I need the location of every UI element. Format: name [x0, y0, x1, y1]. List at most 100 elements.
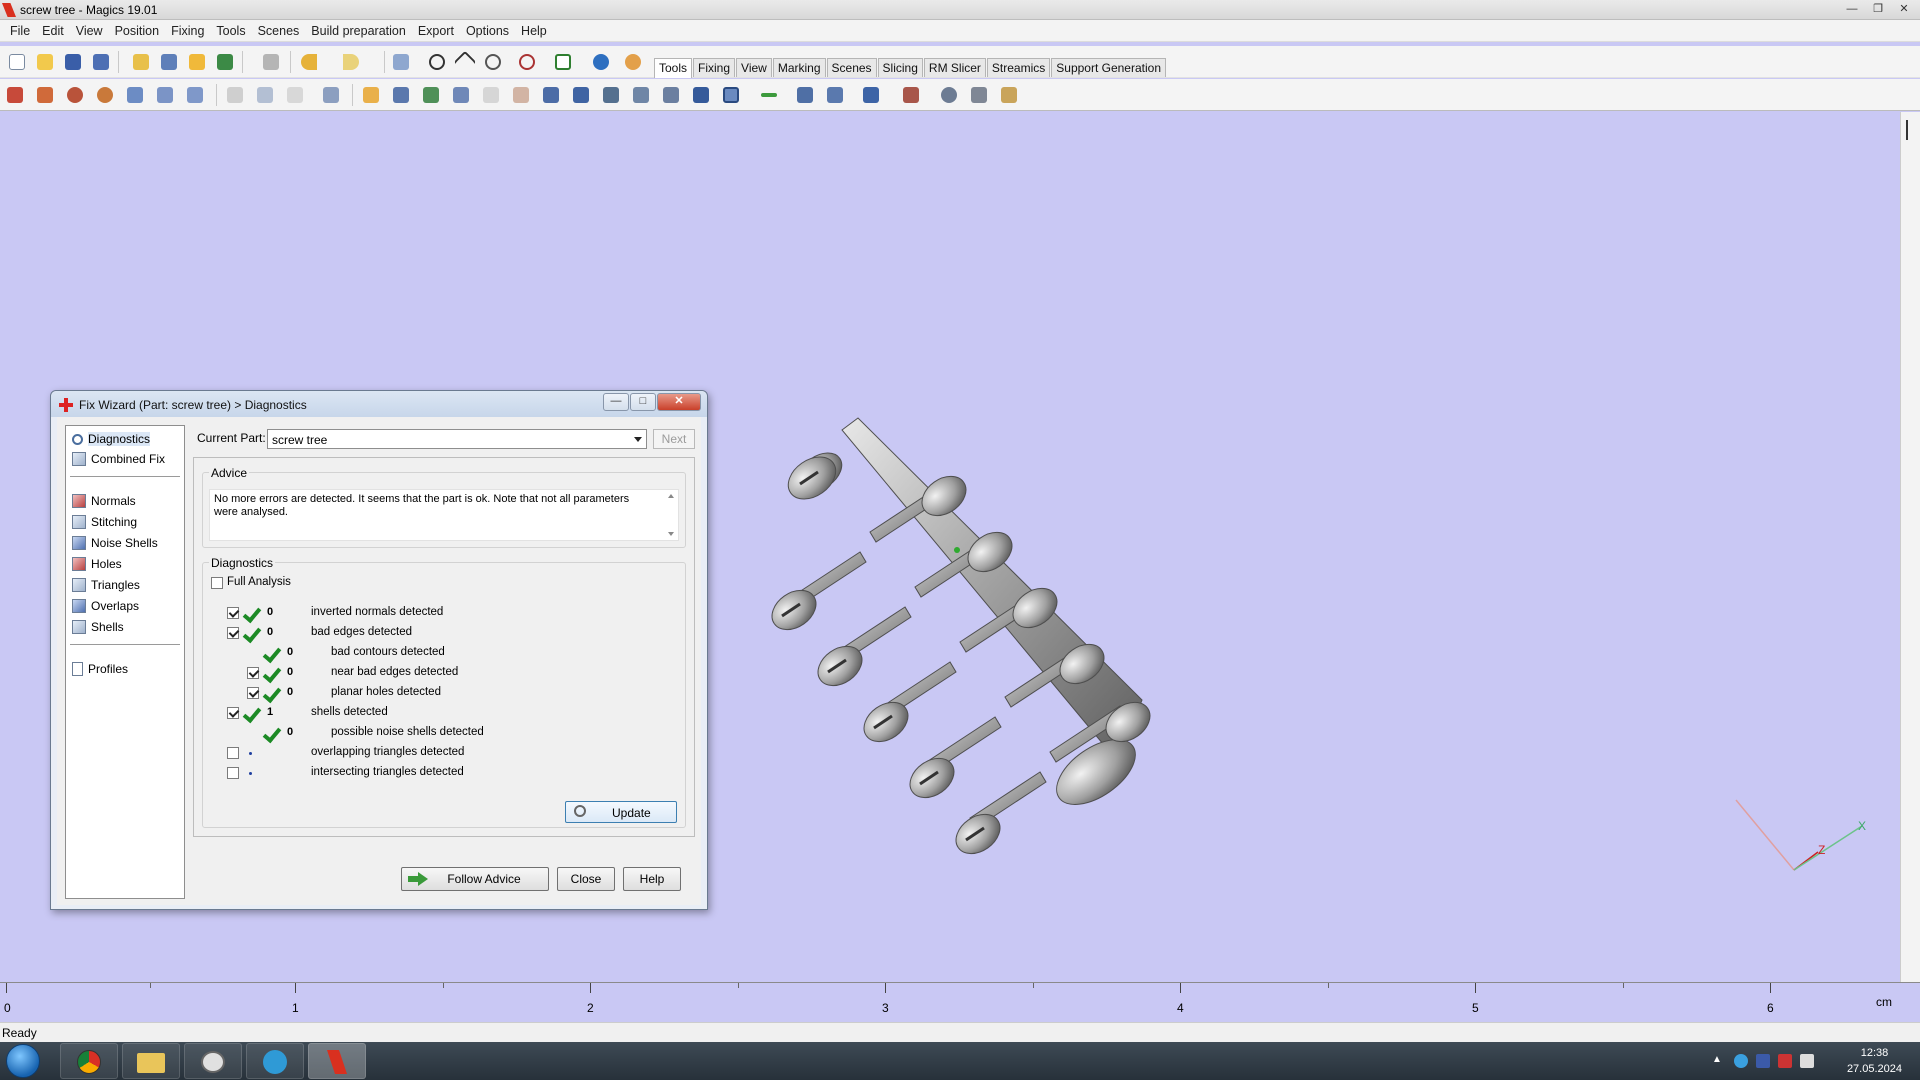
save-icon[interactable]: [62, 51, 84, 73]
unload-part-icon[interactable]: [214, 51, 236, 73]
merge-icon[interactable]: [794, 84, 816, 106]
box-icon[interactable]: [540, 84, 562, 106]
volume-icon[interactable]: [1800, 1054, 1814, 1068]
dialog-minimize-button[interactable]: —: [603, 393, 629, 411]
load-part-icon[interactable]: [186, 51, 208, 73]
nav-item-stitching[interactable]: Stitching: [72, 513, 137, 531]
taskbar-app[interactable]: [246, 1043, 304, 1079]
nav-item-combined-fix[interactable]: Combined Fix: [72, 450, 165, 468]
scale-icon[interactable]: [124, 84, 146, 106]
menu-scenes[interactable]: Scenes: [252, 20, 306, 41]
menu-options[interactable]: Options: [460, 20, 515, 41]
hollow-icon[interactable]: [254, 84, 276, 106]
current-part-select[interactable]: screw tree: [267, 429, 647, 449]
tab-slicing[interactable]: Slicing: [877, 58, 923, 77]
settings-icon[interactable]: [938, 84, 960, 106]
taskbar-magics[interactable]: [308, 1043, 366, 1079]
print-icon[interactable]: [260, 51, 282, 73]
rotate-view-icon[interactable]: [426, 51, 448, 73]
report-icon[interactable]: [998, 84, 1020, 106]
nesting-icon[interactable]: [900, 84, 922, 106]
diag-row-checkbox[interactable]: [227, 627, 239, 639]
menu-build-preparation[interactable]: Build preparation: [305, 20, 412, 41]
full-analysis-checkbox[interactable]: [211, 577, 223, 589]
translate-icon[interactable]: [4, 84, 26, 106]
surface-icon[interactable]: [630, 84, 652, 106]
close-button[interactable]: Close: [557, 867, 615, 891]
curve-icon[interactable]: [660, 84, 682, 106]
menu-tools[interactable]: Tools: [210, 20, 251, 41]
offset-icon[interactable]: [284, 84, 306, 106]
open-folder-icon[interactable]: [34, 51, 56, 73]
scroll-up-icon[interactable]: [668, 494, 674, 498]
close-window-button[interactable]: ✕: [1892, 2, 1916, 18]
menu-edit[interactable]: Edit: [36, 20, 70, 41]
taskbar-chrome[interactable]: [60, 1043, 118, 1079]
nav-item-noise-shells[interactable]: Noise Shells: [72, 534, 158, 552]
maximize-button[interactable]: ❐: [1866, 2, 1890, 18]
tab-tools[interactable]: Tools: [654, 58, 693, 78]
language-icon[interactable]: [1756, 1054, 1770, 1068]
diag-row-checkbox[interactable]: [227, 707, 239, 719]
nav-item-holes[interactable]: Holes: [72, 555, 122, 573]
wireframe-view-icon[interactable]: [720, 84, 742, 106]
tab-fixing[interactable]: Fixing: [693, 58, 736, 77]
undo-icon[interactable]: [298, 51, 320, 73]
minimize-button[interactable]: —: [1840, 2, 1864, 18]
solid-view-icon[interactable]: [690, 84, 712, 106]
mirror-icon[interactable]: [154, 84, 176, 106]
smooth-icon[interactable]: [510, 84, 532, 106]
nav-item-triangles[interactable]: Triangles: [72, 576, 140, 594]
menu-file[interactable]: File: [4, 20, 36, 41]
extrude-icon[interactable]: [450, 84, 472, 106]
network-icon[interactable]: [1734, 1054, 1748, 1068]
select-part-icon[interactable]: [390, 51, 412, 73]
boolean-icon[interactable]: [420, 84, 442, 106]
tab-rm-slicer[interactable]: RM Slicer: [923, 58, 986, 77]
save-as-icon[interactable]: [90, 51, 112, 73]
diag-row-checkbox[interactable]: [227, 607, 239, 619]
measure-icon[interactable]: [320, 84, 342, 106]
context-help-icon[interactable]: [622, 51, 644, 73]
nav-item-profiles[interactable]: Profiles: [72, 660, 128, 678]
tab-view[interactable]: View: [736, 58, 772, 77]
taskbar-paint[interactable]: [184, 1043, 242, 1079]
label-icon[interactable]: [600, 84, 622, 106]
update-button[interactable]: Update: [565, 801, 677, 823]
wall-thickness-icon[interactable]: [480, 84, 502, 106]
pan-icon[interactable]: [453, 50, 477, 74]
cube-icon[interactable]: [390, 84, 412, 106]
nav-item-normals[interactable]: Normals: [72, 492, 136, 510]
menu-fixing[interactable]: Fixing: [165, 20, 210, 41]
rotate-part-icon[interactable]: [64, 84, 86, 106]
menu-position[interactable]: Position: [109, 20, 165, 41]
section-icon[interactable]: [570, 84, 592, 106]
diag-row-checkbox[interactable]: [227, 747, 239, 759]
redo-icon[interactable]: [340, 51, 362, 73]
tab-scenes[interactable]: Scenes: [826, 58, 877, 77]
tab-marking[interactable]: Marking: [772, 58, 826, 77]
save-part-icon[interactable]: [158, 51, 180, 73]
menu-help[interactable]: Help: [515, 20, 553, 41]
right-dock-strip[interactable]: [1900, 112, 1920, 1032]
import-part-icon[interactable]: [130, 51, 152, 73]
zoom-window-icon[interactable]: [516, 51, 538, 73]
new-file-icon[interactable]: [6, 51, 28, 73]
zoom-icon[interactable]: [482, 51, 504, 73]
dock-pin-icon[interactable]: [1906, 120, 1914, 140]
nav-item-shells[interactable]: Shells: [72, 618, 124, 636]
diag-row-checkbox[interactable]: [247, 687, 259, 699]
diag-row-checkbox[interactable]: [227, 767, 239, 779]
follow-advice-button[interactable]: Follow Advice: [401, 867, 549, 891]
menu-view[interactable]: View: [70, 20, 109, 41]
clock[interactable]: 12:38 27.05.2024: [1847, 1045, 1902, 1077]
dialog-close-button[interactable]: ✕: [657, 393, 701, 411]
diag-row-checkbox[interactable]: [247, 667, 259, 679]
dialog-maximize-button[interactable]: □: [630, 393, 656, 411]
cut-icon[interactable]: [224, 84, 246, 106]
tray-expand-icon[interactable]: ▲: [1712, 1054, 1726, 1068]
create-shape-icon[interactable]: [360, 84, 382, 106]
nav-item-diagnostics[interactable]: Diagnostics: [72, 430, 151, 448]
nav-item-overlaps[interactable]: Overlaps: [72, 597, 139, 615]
help-icon[interactable]: [590, 51, 612, 73]
